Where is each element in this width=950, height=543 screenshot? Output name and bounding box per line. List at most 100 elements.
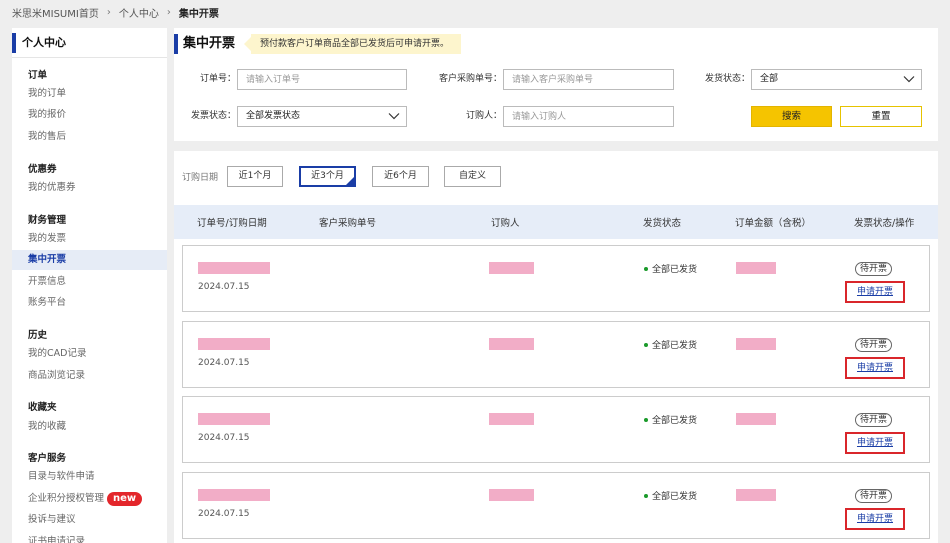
column-header: 订购人 — [491, 218, 520, 229]
sidebar-item-batch-invoicing[interactable]: 集中开票 — [12, 250, 167, 270]
ship-status-label: 发货状态： — [704, 74, 750, 84]
ship-status-text: 全部已发货 — [652, 492, 698, 502]
sidebar-item-points-authorization[interactable]: 企业积分授权管理 new — [12, 489, 167, 509]
buyer-label: 订购人： — [465, 111, 502, 121]
date-filter-1-month[interactable]: 近1个月 — [227, 166, 283, 187]
status-dot-icon — [644, 493, 648, 498]
date-filter-6-months[interactable]: 近6个月 — [372, 166, 429, 187]
sidebar-group-orders: 订单 — [28, 70, 48, 81]
sidebar-item-label: 企业积分授权管理 — [28, 493, 105, 504]
column-header: 订单金额（含税） — [735, 218, 812, 229]
table-row: 2024.07.15 全部已发货 待开票 申请开票 — [182, 396, 930, 463]
sidebar-item-certificate-requests[interactable]: 证书申请记录 — [12, 532, 167, 543]
redacted-buyer — [489, 338, 534, 350]
reset-button[interactable]: 重置 — [840, 106, 922, 127]
breadcrumb-home-link[interactable]: 米思米MISUMI首页 — [12, 5, 99, 20]
new-badge: new — [107, 492, 143, 506]
breadcrumb-personal-center-link[interactable]: 个人中心 — [119, 5, 159, 20]
redacted-amount — [736, 338, 776, 350]
sidebar-item-my-quotes[interactable]: 我的报价 — [12, 105, 167, 125]
sidebar-item-my-after-sales[interactable]: 我的售后 — [12, 127, 167, 147]
sidebar-item-my-coupons[interactable]: 我的优惠券 — [12, 178, 167, 198]
chevron-right-icon: › — [166, 6, 171, 18]
column-header: 发货状态 — [643, 218, 682, 229]
order-date-label: 订购日期 — [182, 173, 219, 183]
po-no-label: 客户采购单号： — [438, 74, 502, 84]
ship-status: 全部已发货 — [644, 338, 697, 351]
redacted-buyer — [489, 489, 534, 501]
search-button[interactable]: 搜索 — [751, 106, 832, 127]
sidebar-item-invoice-info[interactable]: 开票信息 — [12, 272, 167, 292]
sidebar-item-catalog-request[interactable]: 目录与软件申请 — [12, 467, 167, 487]
invoice-status-label: 发票状态： — [190, 111, 236, 121]
apply-invoice-link[interactable]: 申请开票 — [845, 508, 905, 530]
sidebar-item-complaints[interactable]: 投诉与建议 — [12, 510, 167, 530]
breadcrumb-current: 集中开票 — [178, 8, 219, 20]
sidebar-group-customer-service: 客户服务 — [28, 453, 67, 464]
invoice-status-badge: 待开票 — [855, 413, 893, 427]
sidebar-item-my-orders[interactable]: 我的订单 — [12, 84, 167, 104]
status-dot-icon — [644, 266, 648, 271]
redacted-amount — [736, 262, 776, 274]
order-no-label: 订单号： — [199, 74, 236, 84]
sidebar-title: 个人中心 — [12, 33, 167, 58]
selected-corner-icon — [346, 177, 354, 185]
results-panel: 订购日期 近1个月 近3个月 近6个月 自定义 订单号/订购日期 客户采购单号 … — [174, 151, 938, 543]
chevron-down-icon — [388, 113, 400, 120]
apply-invoice-link[interactable]: 申请开票 — [845, 432, 905, 454]
redacted-order-no — [198, 338, 270, 350]
po-no-input[interactable] — [503, 69, 674, 90]
breadcrumb: 米思米MISUMI首页 › 个人中心 › 集中开票 — [12, 5, 219, 20]
date-filter-label: 近3个月 — [311, 171, 344, 181]
sidebar: 个人中心 订单 我的订单 我的报价 我的售后 优惠券 我的优惠券 财务管理 我的… — [12, 28, 167, 543]
ship-status: 全部已发货 — [644, 262, 697, 275]
invoice-status-badge: 待开票 — [855, 262, 893, 276]
sidebar-item-browse-history[interactable]: 商品浏览记录 — [12, 366, 167, 386]
buyer-input[interactable] — [503, 106, 674, 127]
redacted-order-no — [198, 262, 270, 274]
sidebar-item-my-invoices[interactable]: 我的发票 — [12, 229, 167, 249]
table-header: 订单号/订购日期 客户采购单号 订购人 发货状态 订单金额（含税） 发票状态/操… — [174, 205, 938, 239]
status-dot-icon — [644, 342, 648, 347]
redacted-order-no — [198, 489, 270, 501]
invoice-status-select[interactable]: 全部发票状态 — [237, 106, 407, 127]
sidebar-item-my-favorites[interactable]: 我的收藏 — [12, 417, 167, 437]
ship-status-text: 全部已发货 — [652, 265, 698, 275]
column-header: 发票状态/操作 — [854, 218, 915, 229]
redacted-amount — [736, 413, 776, 425]
column-header: 订单号/订购日期 — [197, 218, 267, 229]
redacted-amount — [736, 489, 776, 501]
search-panel: 集中开票 预付款客户订单商品全部已发货后可申请开票。 订单号： 客户采购单号： … — [174, 28, 938, 141]
table-row: 2024.07.15 全部已发货 待开票 申请开票 — [182, 245, 930, 312]
sidebar-item-accounting-platform[interactable]: 账务平台 — [12, 293, 167, 313]
status-dot-icon — [644, 417, 648, 422]
invoice-status-value: 全部发票状态 — [246, 111, 301, 121]
chevron-right-icon: › — [106, 6, 111, 18]
page-title: 集中开票 — [174, 34, 235, 54]
redacted-buyer — [489, 413, 534, 425]
apply-invoice-link[interactable]: 申请开票 — [845, 357, 905, 379]
ship-status-text: 全部已发货 — [652, 416, 698, 426]
sidebar-group-coupons: 优惠券 — [28, 164, 57, 175]
invoice-status-badge: 待开票 — [855, 489, 893, 503]
chevron-down-icon — [903, 76, 915, 83]
column-header: 客户采购单号 — [319, 218, 377, 229]
order-date: 2024.07.15 — [198, 282, 250, 292]
ship-status: 全部已发货 — [644, 413, 697, 426]
ship-status-select[interactable]: 全部 — [751, 69, 922, 90]
sidebar-item-cad-history[interactable]: 我的CAD记录 — [12, 344, 167, 364]
redacted-buyer — [489, 262, 534, 274]
sidebar-group-finance: 财务管理 — [28, 215, 67, 226]
order-date: 2024.07.15 — [198, 433, 250, 443]
order-no-input[interactable] — [237, 69, 407, 90]
date-filter-custom[interactable]: 自定义 — [444, 166, 501, 187]
order-date: 2024.07.15 — [198, 358, 250, 368]
invoice-status-badge: 待开票 — [855, 338, 893, 352]
sidebar-group-favorites: 收藏夹 — [28, 402, 57, 413]
date-filter-3-months[interactable]: 近3个月 — [299, 166, 356, 187]
apply-invoice-link[interactable]: 申请开票 — [845, 281, 905, 303]
ship-status-text: 全部已发货 — [652, 341, 698, 351]
table-row: 2024.07.15 全部已发货 待开票 申请开票 — [182, 321, 930, 388]
order-date: 2024.07.15 — [198, 509, 250, 519]
ship-status: 全部已发货 — [644, 489, 697, 502]
